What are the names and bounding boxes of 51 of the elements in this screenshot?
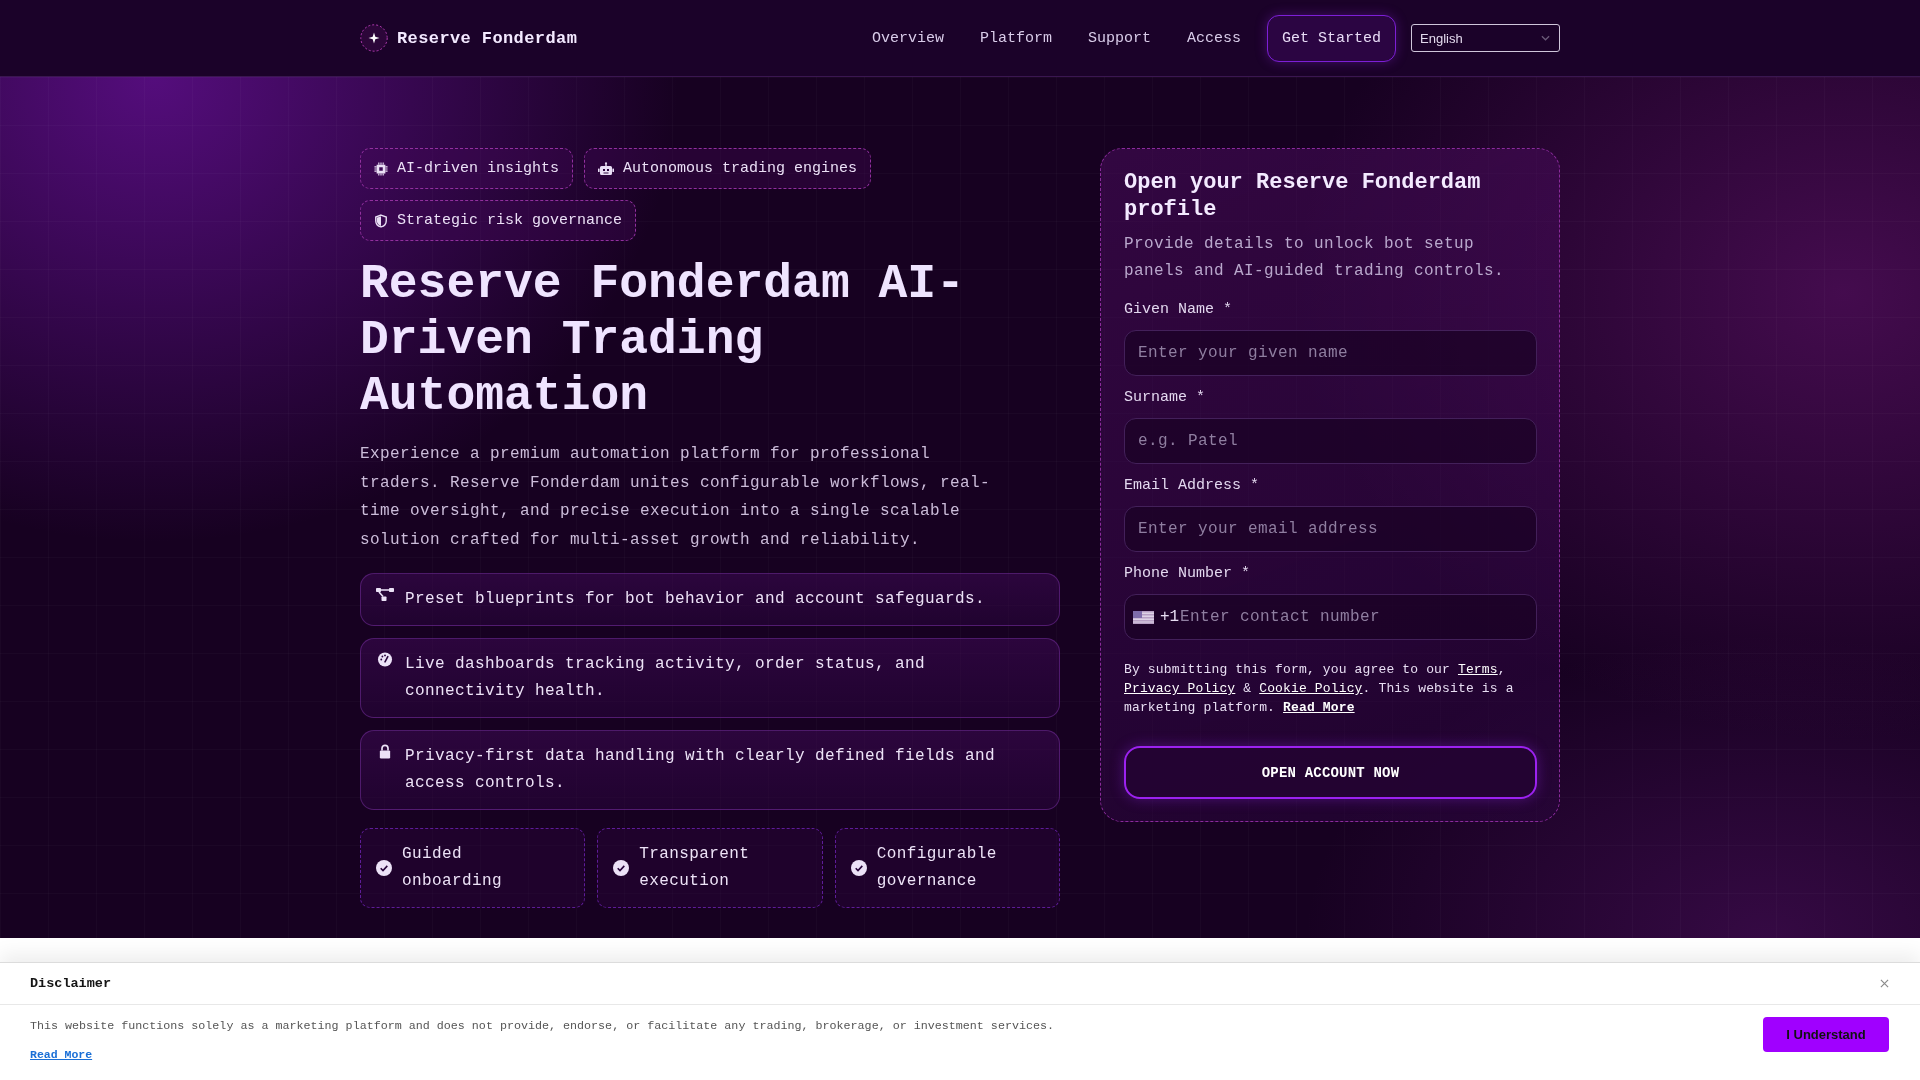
nav-link[interactable]: Support [1087, 29, 1151, 47]
field-label: Given Name * [1124, 300, 1234, 320]
tag-text: Strategic risk governance [397, 212, 623, 229]
feature-text: Preset blueprints for bot behavior and account safeguards. [405, 589, 986, 610]
shield-icon [374, 213, 388, 228]
read-more-link[interactable]: Read More [1283, 700, 1355, 715]
diagram-icon [376, 587, 394, 602]
form-subtitle: Provide details to unlock bot setup panels and AI-guided trading controls. [1124, 234, 1506, 282]
consent-link[interactable]: Cookie Policy [1259, 681, 1363, 696]
consent-link[interactable]: Privacy Policy [1124, 681, 1236, 696]
nav-link[interactable]: Overview [871, 29, 944, 47]
open-account-button[interactable]: OPEN ACCOUNT NOW [1124, 746, 1537, 799]
sparkle-icon[interactable] [360, 24, 388, 52]
email-input[interactable]: Enter your email address [1124, 506, 1537, 552]
text-input[interactable]: e.g. Patel [1124, 418, 1537, 464]
country-code: +1 [1160, 607, 1180, 627]
flag-icon [1133, 611, 1154, 624]
field-label: Phone Number * [1124, 564, 1252, 584]
nav-link[interactable]: Access [1186, 29, 1241, 47]
highlight-text: Configurable governance [876, 844, 998, 892]
feature-text: Privacy-first data handling with clearly defined fields and access controls. [405, 746, 997, 794]
language-select[interactable]: English [1411, 24, 1560, 52]
close-button[interactable] [1880, 978, 1890, 989]
check-circle-icon [376, 860, 392, 876]
cpu-icon [374, 161, 388, 176]
highlight-text: Transparent execution [639, 844, 751, 892]
brand-name[interactable]: Reserve Fonderdam [397, 28, 578, 48]
disclaimer-text: This website functions solely as a marketing platform and does not provide, endorse, or facilitate any trading, brokerage, or investment services. [30, 1018, 1054, 1035]
check-circle-icon [613, 860, 630, 876]
understand-button[interactable]: I Understand [1763, 1017, 1889, 1052]
robot-icon [598, 161, 615, 176]
disclaimer-title: Disclaimer [30, 976, 111, 991]
caret-icon [1541, 35, 1550, 41]
hero-heading: Reserve Fonderdam AI-Driven Trading Automation [360, 256, 966, 424]
get-started-button[interactable]: Get Started [1266, 14, 1396, 62]
form-title: Open your Reserve Fonderdam profile [1124, 169, 1482, 223]
feature-text: Live dashboards tracking activity, order status, and connectivity health. [405, 654, 927, 702]
field-label: Email Address * [1124, 476, 1261, 496]
tag-text: Autonomous trading engines [623, 160, 858, 177]
text-input[interactable]: Enter your given name [1124, 330, 1537, 376]
gauge-icon [376, 652, 394, 667]
highlight-text: Guided onboarding [402, 844, 503, 892]
tag-text: AI-driven insights [397, 160, 560, 177]
close-icon [1880, 978, 1889, 988]
read-more-link[interactable]: Read More [30, 1046, 93, 1064]
field-label: Surname * [1124, 388, 1206, 408]
check-circle-icon [850, 860, 867, 876]
nav-link[interactable]: Platform [979, 29, 1052, 47]
consent-text: By submitting this form, you agree to our Terms, Privacy Policy & Cookie Policy. This website is a marketing platform. Read More [1124, 661, 1515, 717]
hero-description: Experience a premium automation platform for professional traders. Reserve Fonderdam unites configurable workflows, real-time oversight, and precise execution into a single scalable solution crafted for multi-asset growth and reliability. [360, 444, 992, 551]
consent-link[interactable]: Terms [1457, 662, 1498, 677]
